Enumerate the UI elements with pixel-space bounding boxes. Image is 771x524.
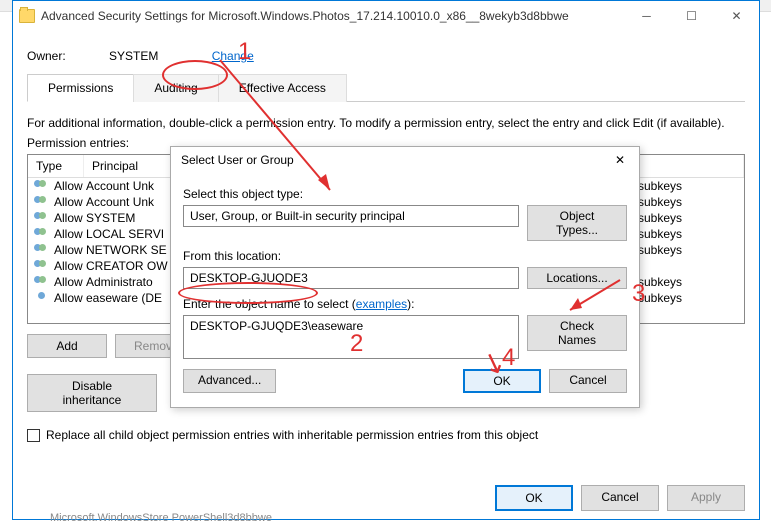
annotation-arrow-3 bbox=[560, 270, 640, 320]
tab-permissions[interactable]: Permissions bbox=[27, 74, 134, 102]
object-name-input[interactable] bbox=[183, 315, 519, 359]
folder-icon bbox=[19, 9, 35, 23]
advanced-button[interactable]: Advanced... bbox=[183, 369, 276, 393]
maximize-button[interactable]: ☐ bbox=[669, 2, 714, 30]
minimize-button[interactable]: ─ bbox=[624, 2, 669, 30]
principal-icon bbox=[34, 292, 50, 304]
close-button[interactable]: ✕ bbox=[714, 2, 759, 30]
footer-buttons: OK Cancel Apply bbox=[495, 485, 745, 511]
replace-checkbox-row[interactable]: Replace all child object permission entr… bbox=[13, 418, 759, 452]
dialog-ok-button[interactable]: OK bbox=[463, 369, 541, 393]
titlebar: Advanced Security Settings for Microsoft… bbox=[13, 1, 759, 31]
object-types-button[interactable]: Object Types... bbox=[527, 205, 627, 241]
principal-icon bbox=[34, 212, 50, 224]
location-label: From this location: bbox=[183, 249, 627, 263]
dialog-close-icon[interactable]: ✕ bbox=[609, 153, 631, 167]
owner-label: Owner: bbox=[27, 49, 66, 63]
background-bottom-hint: Microsoft.WindowsStore PowerShell3d8bbwe bbox=[50, 512, 272, 524]
location-field[interactable] bbox=[183, 267, 519, 289]
tabs: Permissions Auditing Effective Access bbox=[27, 73, 745, 102]
window-title: Advanced Security Settings for Microsoft… bbox=[41, 9, 624, 23]
col-last bbox=[624, 155, 744, 177]
owner-value: SYSTEM bbox=[109, 49, 158, 63]
info-text: For additional information, double-click… bbox=[13, 102, 759, 136]
principal-icon bbox=[34, 244, 50, 256]
owner-row: Owner: SYSTEM Change bbox=[13, 31, 759, 73]
tab-auditing[interactable]: Auditing bbox=[133, 74, 218, 102]
replace-checkbox[interactable] bbox=[27, 429, 40, 442]
annotation-arrow-1 bbox=[210, 50, 370, 210]
principal-icon bbox=[34, 276, 50, 288]
ok-button[interactable]: OK bbox=[495, 485, 573, 511]
principal-icon bbox=[34, 180, 50, 192]
col-type[interactable]: Type bbox=[28, 155, 84, 177]
window-controls: ─ ☐ ✕ bbox=[624, 2, 759, 30]
replace-checkbox-label: Replace all child object permission entr… bbox=[46, 428, 538, 442]
principal-icon bbox=[34, 260, 50, 272]
cancel-button[interactable]: Cancel bbox=[581, 485, 659, 511]
add-button[interactable]: Add bbox=[27, 334, 107, 358]
dialog-cancel-button[interactable]: Cancel bbox=[549, 369, 627, 393]
examples-link[interactable]: examples bbox=[356, 297, 407, 311]
disable-inheritance-button[interactable]: Disable inheritance bbox=[27, 374, 157, 412]
apply-button[interactable]: Apply bbox=[667, 485, 745, 511]
check-names-button[interactable]: Check Names bbox=[527, 315, 627, 351]
principal-icon bbox=[34, 196, 50, 208]
principal-icon bbox=[34, 228, 50, 240]
